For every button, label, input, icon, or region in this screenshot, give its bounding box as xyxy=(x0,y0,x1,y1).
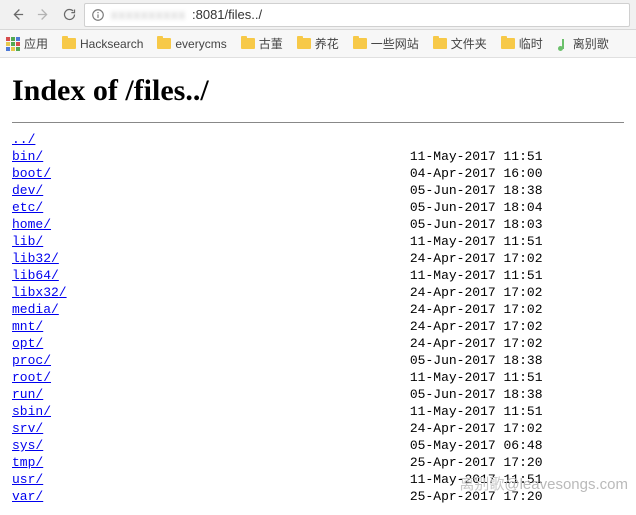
dir-link[interactable]: home/ xyxy=(12,217,51,232)
dir-link[interactable]: libx32/ xyxy=(12,285,67,300)
dir-link[interactable]: tmp/ xyxy=(12,455,43,470)
reload-button[interactable] xyxy=(58,4,80,26)
arrow-left-icon xyxy=(10,7,25,22)
dir-link[interactable]: mnt/ xyxy=(12,319,43,334)
folder-icon xyxy=(501,38,515,49)
dir-link[interactable]: srv/ xyxy=(12,421,43,436)
bookmark-label: 养花 xyxy=(315,35,339,52)
folder-icon xyxy=(297,38,311,49)
bookmarks-bar: 应用 Hacksearch everycms 古董 养花 一些网站 文件夹 临时 离别歌 xyxy=(0,30,636,58)
bookmark-label: Hacksearch xyxy=(80,37,143,51)
dir-link[interactable]: var/ xyxy=(12,489,43,504)
back-button[interactable] xyxy=(6,4,28,26)
dir-link[interactable]: lib64/ xyxy=(12,268,59,283)
info-icon xyxy=(91,8,105,22)
dir-link[interactable]: etc/ xyxy=(12,200,43,215)
reload-icon xyxy=(62,7,77,22)
directory-listing: ../ bin/ 11-May-2017 11:51 - boot/ 04-Ap… xyxy=(12,131,624,505)
bookmark-label: everycms xyxy=(175,37,226,51)
dir-link[interactable]: boot/ xyxy=(12,166,51,181)
dir-link[interactable]: dev/ xyxy=(12,183,43,198)
bookmark-special[interactable]: 离别歌 xyxy=(557,35,609,52)
dir-link[interactable]: proc/ xyxy=(12,353,51,368)
bookmark-label: 临时 xyxy=(519,35,543,52)
address-bar[interactable]: xxxxxxxxxx :8081/files../ xyxy=(84,3,630,27)
bookmark-label: 文件夹 xyxy=(451,35,487,52)
page-content: Index of /files../ ../ bin/ 11-May-2017 … xyxy=(0,58,636,515)
bookmark-item[interactable]: 一些网站 xyxy=(353,35,419,52)
folder-icon xyxy=(433,38,447,49)
divider xyxy=(12,122,624,123)
page-title: Index of /files../ xyxy=(12,74,624,108)
folder-icon xyxy=(62,38,76,49)
apps-button[interactable]: 应用 xyxy=(6,35,48,52)
bookmark-label: 古董 xyxy=(259,35,283,52)
bookmark-item[interactable]: 养花 xyxy=(297,35,339,52)
dir-link[interactable]: media/ xyxy=(12,302,59,317)
parent-link[interactable]: ../ xyxy=(12,132,35,147)
bookmark-label: 一些网站 xyxy=(371,35,419,52)
music-icon xyxy=(557,37,569,51)
bookmark-item[interactable]: 临时 xyxy=(501,35,543,52)
dir-link[interactable]: sbin/ xyxy=(12,404,51,419)
bookmark-item[interactable]: Hacksearch xyxy=(62,37,143,51)
browser-toolbar: xxxxxxxxxx :8081/files../ xyxy=(0,0,636,30)
bookmark-item[interactable]: everycms xyxy=(157,37,226,51)
dir-link[interactable]: root/ xyxy=(12,370,51,385)
dir-link[interactable]: lib/ xyxy=(12,234,43,249)
bookmark-item[interactable]: 古董 xyxy=(241,35,283,52)
apps-icon xyxy=(6,37,20,51)
url-host-blurred: xxxxxxxxxx xyxy=(111,7,186,22)
apps-label: 应用 xyxy=(24,35,48,52)
dir-link[interactable]: lib32/ xyxy=(12,251,59,266)
arrow-right-icon xyxy=(36,7,51,22)
folder-icon xyxy=(353,38,367,49)
folder-icon xyxy=(241,38,255,49)
dir-link[interactable]: run/ xyxy=(12,387,43,402)
forward-button[interactable] xyxy=(32,4,54,26)
dir-link[interactable]: opt/ xyxy=(12,336,43,351)
dir-link[interactable]: usr/ xyxy=(12,472,43,487)
bookmark-item[interactable]: 文件夹 xyxy=(433,35,487,52)
url-path: :8081/files../ xyxy=(192,7,262,22)
folder-icon xyxy=(157,38,171,49)
dir-link[interactable]: sys/ xyxy=(12,438,43,453)
bookmark-label: 离别歌 xyxy=(573,35,609,52)
dir-link[interactable]: bin/ xyxy=(12,149,43,164)
